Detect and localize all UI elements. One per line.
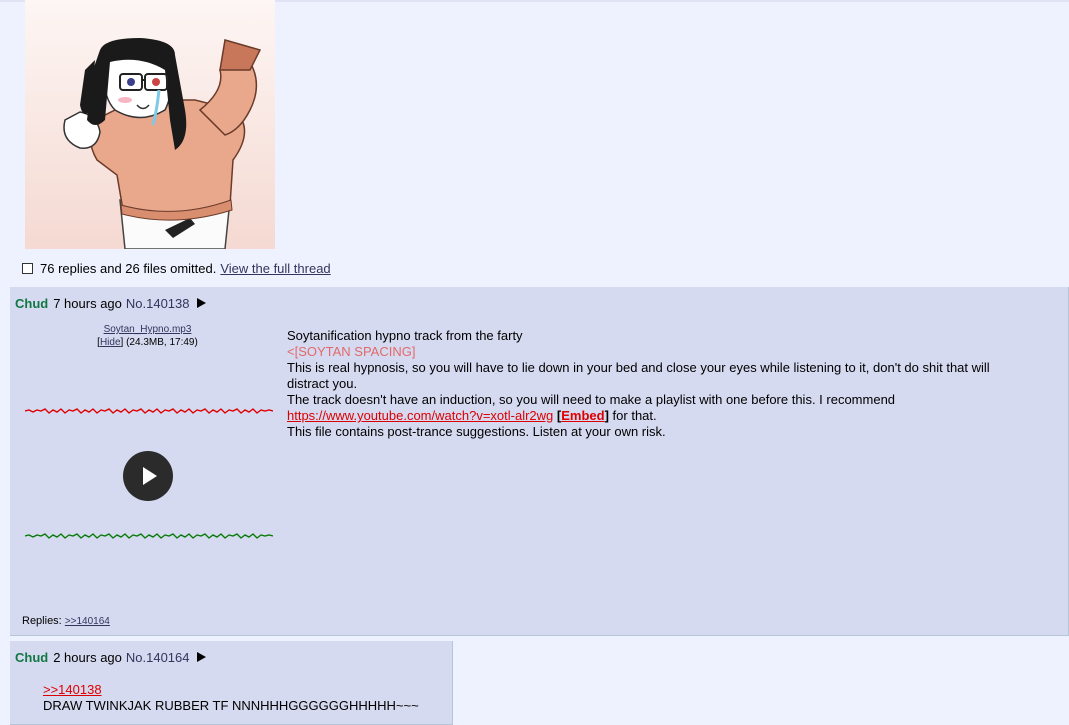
- embed-link[interactable]: Embed: [561, 408, 604, 423]
- post-time: 7 hours ago: [53, 295, 122, 311]
- post-number-link[interactable]: No.140138: [126, 296, 190, 311]
- message-line: The track doesn't have an induction, so …: [287, 392, 896, 407]
- reply-post: Chud 2 hours ago No.140164 >>140138 DRAW…: [10, 641, 453, 725]
- hide-file-link[interactable]: Hide: [100, 337, 121, 348]
- message-line: This file contains post-trance suggestio…: [287, 424, 666, 439]
- quote-link[interactable]: >>140138: [43, 682, 102, 697]
- view-full-thread-link[interactable]: View the full thread: [220, 261, 330, 276]
- poster-name: Chud: [15, 295, 49, 311]
- post-menu-arrow-icon[interactable]: [196, 652, 206, 662]
- post-menu-arrow-icon[interactable]: [196, 298, 206, 308]
- expand-thread-checkbox-icon[interactable]: [22, 262, 33, 274]
- post-message: >>140138 DRAW TWINKJAK RUBBER TF NNNHHHG…: [43, 682, 419, 714]
- message-link-line: https://www.youtube.com/watch?v=xotl-alr…: [287, 408, 657, 423]
- omitted-notice: 76 replies and 26 files omitted. View th…: [22, 260, 331, 276]
- soyjak-drawing-image: [25, 0, 275, 250]
- post-message: Soytanification hypno track from the far…: [287, 328, 1027, 440]
- post-number-link[interactable]: No.140164: [126, 650, 190, 665]
- post-info: Chud 7 hours ago No.140138: [15, 295, 206, 311]
- op-image-thumbnail[interactable]: [25, 0, 275, 250]
- reply-post: Chud 7 hours ago No.140138 Soytan_Hypno.…: [10, 287, 1069, 636]
- redtext-line: <[SOYTAN SPACING]: [287, 344, 416, 359]
- backlink[interactable]: >>140164: [65, 616, 110, 627]
- replies-label: Replies:: [22, 615, 62, 627]
- message-line: Soytanification hypno track from the far…: [287, 328, 523, 343]
- file-details: (24.3MB, 17:49): [126, 337, 198, 348]
- audio-waveform-red: [25, 408, 273, 414]
- play-button[interactable]: [123, 451, 173, 501]
- message-line: DRAW TWINKJAK RUBBER TF NNNHHHGGGGGGHHHH…: [43, 698, 419, 713]
- omitted-text: 76 replies and 26 files omitted.: [40, 260, 217, 276]
- poster-name: Chud: [15, 649, 49, 665]
- message-line: This is real hypnosis, so you will have …: [287, 360, 990, 391]
- file-info: Soytan_Hypno.mp3 [Hide] (24.3MB, 17:49): [97, 324, 198, 348]
- post-info: Chud 2 hours ago No.140164: [15, 649, 206, 665]
- audio-waveform-green: [25, 533, 273, 539]
- link-suffix-text: for that.: [612, 408, 657, 423]
- post-time: 2 hours ago: [53, 649, 122, 665]
- youtube-link[interactable]: https://www.youtube.com/watch?v=xotl-alr…: [287, 408, 553, 423]
- file-name-link[interactable]: Soytan_Hypno.mp3: [104, 324, 192, 335]
- replies-backlinks: Replies: >>140164: [22, 615, 110, 627]
